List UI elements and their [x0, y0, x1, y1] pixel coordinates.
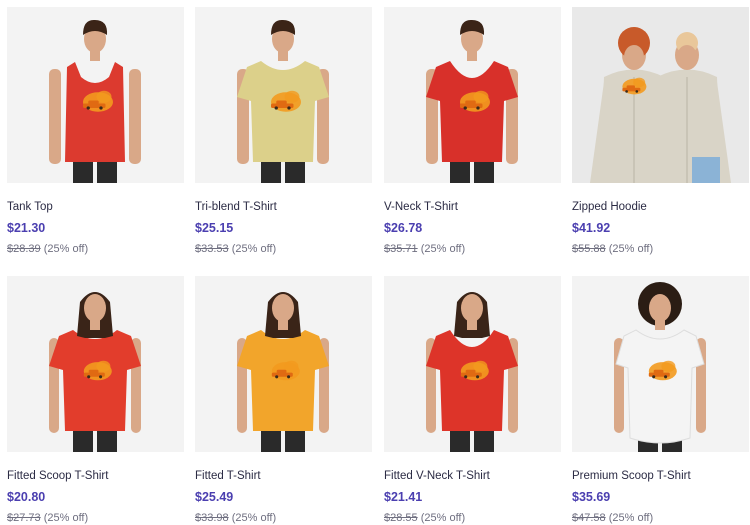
product-image[interactable] — [384, 276, 561, 452]
original-price: $47.58 — [572, 512, 606, 524]
product-image[interactable] — [7, 7, 184, 183]
product-photo — [49, 19, 141, 183]
product-title[interactable]: Tank Top — [7, 200, 184, 214]
original-price-line: $33.53 (25% off) — [195, 242, 372, 256]
product-image[interactable] — [572, 276, 749, 452]
product-photo — [237, 292, 329, 452]
product-photo — [237, 19, 329, 183]
product-photo — [426, 19, 518, 183]
product-title[interactable]: Fitted T-Shirt — [195, 469, 372, 483]
product-price: $21.41 — [384, 490, 423, 504]
product-card[interactable]: Premium Scoop T-Shirt $35.69 $47.58 (25%… — [572, 276, 749, 525]
original-price-line: $33.98 (25% off) — [195, 511, 372, 525]
original-price-line: $28.39 (25% off) — [7, 242, 184, 256]
product-title[interactable]: Tri-blend T-Shirt — [195, 200, 372, 214]
product-photo — [614, 282, 706, 452]
product-price: $20.80 — [7, 490, 46, 504]
product-card[interactable]: Fitted Scoop T-Shirt $20.80 $27.73 (25% … — [7, 276, 184, 525]
original-price-line: $28.55 (25% off) — [384, 511, 561, 525]
product-card[interactable]: Tri-blend T-Shirt $25.15 $33.53 (25% off… — [195, 7, 372, 256]
discount-label: (25% off) — [608, 243, 654, 255]
product-title[interactable]: Fitted Scoop T-Shirt — [7, 469, 184, 483]
product-image[interactable] — [195, 7, 372, 183]
product-card[interactable]: Fitted T-Shirt $25.49 $33.98 (25% off) — [195, 276, 372, 525]
product-image[interactable] — [195, 276, 372, 452]
product-card[interactable]: Zipped Hoodie $41.92 $55.88 (25% off) — [572, 7, 749, 256]
product-price: $35.69 — [572, 490, 611, 504]
original-price: $35.71 — [384, 243, 418, 255]
product-price: $25.15 — [195, 221, 234, 235]
original-price: $28.39 — [7, 243, 41, 255]
discount-label: (25% off) — [231, 243, 277, 255]
product-title[interactable]: Zipped Hoodie — [572, 200, 749, 214]
product-photo — [590, 27, 731, 183]
product-image[interactable] — [384, 7, 561, 183]
discount-label: (25% off) — [608, 512, 654, 524]
product-image[interactable] — [7, 276, 184, 452]
original-price-line: $55.88 (25% off) — [572, 242, 749, 256]
product-price: $41.92 — [572, 221, 611, 235]
product-grid: Tank Top $21.30 $28.39 (25% off) Tri-ble… — [0, 0, 750, 525]
original-price: $33.53 — [195, 243, 229, 255]
original-price: $33.98 — [195, 512, 229, 524]
product-card[interactable]: Fitted V-Neck T-Shirt $21.41 $28.55 (25%… — [384, 276, 561, 525]
product-card[interactable]: Tank Top $21.30 $28.39 (25% off) — [7, 7, 184, 256]
original-price: $55.88 — [572, 243, 606, 255]
original-price-line: $27.73 (25% off) — [7, 511, 184, 525]
product-card[interactable]: V-Neck T-Shirt $26.78 $35.71 (25% off) — [384, 7, 561, 256]
original-price: $27.73 — [7, 512, 41, 524]
original-price-line: $35.71 (25% off) — [384, 242, 561, 256]
product-image[interactable] — [572, 7, 749, 183]
discount-label: (25% off) — [420, 243, 466, 255]
product-title[interactable]: Premium Scoop T-Shirt — [572, 469, 749, 483]
discount-label: (25% off) — [43, 512, 89, 524]
original-price-line: $47.58 (25% off) — [572, 511, 749, 525]
product-price: $26.78 — [384, 221, 423, 235]
product-title[interactable]: V-Neck T-Shirt — [384, 200, 561, 214]
product-price: $25.49 — [195, 490, 234, 504]
product-photo — [426, 292, 518, 452]
discount-label: (25% off) — [420, 512, 466, 524]
product-title[interactable]: Fitted V-Neck T-Shirt — [384, 469, 561, 483]
discount-label: (25% off) — [231, 512, 277, 524]
product-price: $21.30 — [7, 221, 46, 235]
original-price: $28.55 — [384, 512, 418, 524]
discount-label: (25% off) — [43, 243, 89, 255]
product-photo — [49, 292, 141, 452]
